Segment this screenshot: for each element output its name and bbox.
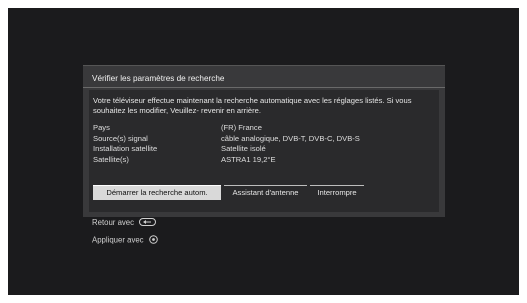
dialog-content-panel: Votre téléviseur effectue maintenant la …: [89, 90, 439, 212]
setting-value: câble analogique, DVB-T, DVB-C, DVB-S: [221, 133, 360, 143]
cancel-button[interactable]: Interrompre: [310, 185, 364, 200]
setting-label: Installation satellite: [93, 144, 158, 153]
tv-screen: Vérifier les paramètres de recherche Vot…: [8, 8, 519, 295]
setting-value: (FR) France: [221, 123, 262, 132]
back-hint-label: Retour avec: [92, 218, 135, 228]
apply-hint-label: Appliquer avec: [92, 235, 144, 245]
setting-value: Satellite isolé: [221, 144, 266, 153]
ok-key-icon: [148, 235, 158, 246]
setting-label: Satellite(s): [93, 154, 129, 164]
setting-label: Source(s) signal: [93, 133, 148, 143]
title-divider: [83, 87, 445, 88]
setting-value: ASTRA1 19,2°E: [221, 154, 276, 164]
antenna-assistant-button[interactable]: Assistant d'antenne: [224, 185, 307, 200]
dialog-description: Votre téléviseur effectue maintenant la …: [93, 96, 412, 115]
back-hint: Retour avec: [92, 218, 157, 228]
dialog-title: Vérifier les paramètres de recherche: [92, 74, 225, 83]
apply-hint: Appliquer avec: [92, 235, 158, 246]
start-search-button[interactable]: Démarrer la recherche autom.: [93, 185, 221, 200]
setting-label: Pays: [93, 123, 110, 132]
dialog-buttons: Démarrer la recherche autom. Assistant d…: [93, 185, 435, 201]
search-settings-dialog: Vérifier les paramètres de recherche Vot…: [83, 65, 445, 217]
back-key-icon: [139, 218, 157, 228]
